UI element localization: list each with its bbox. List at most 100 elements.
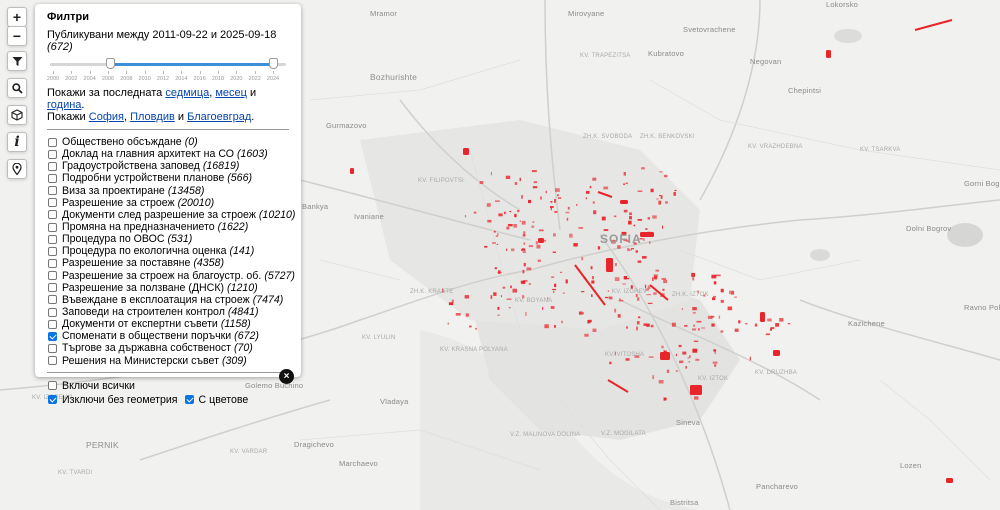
procurement-feature[interactable] <box>506 298 512 300</box>
procurement-feature[interactable] <box>505 248 508 251</box>
procurement-feature[interactable] <box>522 251 526 253</box>
procurement-feature[interactable] <box>729 290 731 294</box>
procurement-feature[interactable] <box>517 209 520 213</box>
procurement-feature[interactable] <box>694 396 699 400</box>
category-checkbox[interactable] <box>48 343 57 353</box>
procurement-feature[interactable] <box>775 323 779 327</box>
procurement-feature[interactable] <box>713 349 717 352</box>
category-checkbox[interactable] <box>48 222 57 232</box>
procurement-feature[interactable] <box>623 172 626 176</box>
procurement-feature[interactable] <box>650 188 654 193</box>
procurement-feature[interactable] <box>496 243 499 245</box>
procurement-feature[interactable] <box>511 248 515 252</box>
procurement-feature[interactable] <box>592 276 594 280</box>
procurement-feature[interactable] <box>692 312 696 314</box>
procurement-feature[interactable] <box>734 296 737 298</box>
procurement-feature[interactable] <box>630 248 634 250</box>
procurement-feature[interactable] <box>713 281 717 285</box>
procurement-feature[interactable] <box>606 258 613 272</box>
category-row[interactable]: Разрешение за строеж на благоустр. об. (5… <box>47 270 295 282</box>
procurement-feature[interactable] <box>727 306 733 311</box>
procurement-feature[interactable] <box>604 296 609 299</box>
procurement-feature[interactable] <box>730 290 735 295</box>
procurement-feature[interactable] <box>675 370 678 372</box>
procurement-feature[interactable] <box>629 216 632 220</box>
category-row[interactable]: Документи от експертни съвети (1158) <box>47 318 289 330</box>
procurement-feature[interactable] <box>787 323 791 325</box>
procurement-feature[interactable] <box>618 299 624 302</box>
category-row[interactable]: Подробни устройствени планове (566) <box>47 172 289 184</box>
procurement-feature[interactable] <box>711 323 715 327</box>
procurement-feature[interactable] <box>484 245 488 248</box>
procurement-feature[interactable] <box>629 212 632 216</box>
procurement-feature[interactable] <box>660 195 663 199</box>
slider-start-handle[interactable] <box>105 58 115 69</box>
procurement-feature[interactable] <box>513 224 517 228</box>
procurement-feature[interactable] <box>557 197 562 199</box>
procurement-feature[interactable] <box>650 324 654 328</box>
procurement-feature[interactable] <box>623 183 625 185</box>
procurement-feature[interactable] <box>653 292 657 295</box>
category-checkbox[interactable] <box>48 356 57 366</box>
procurement-feature[interactable] <box>649 241 651 244</box>
category-row[interactable]: Заповеди на строителен контрол (4841) <box>47 306 289 318</box>
procurement-feature[interactable] <box>554 199 556 203</box>
search-button[interactable] <box>7 78 27 98</box>
procurement-feature[interactable] <box>614 308 617 313</box>
procurement-feature[interactable] <box>638 316 641 319</box>
procurement-feature[interactable] <box>574 264 606 306</box>
procurement-feature[interactable] <box>734 328 739 332</box>
category-row[interactable]: Разрешение за строеж (20010) <box>47 197 289 209</box>
procurement-feature[interactable] <box>754 323 758 327</box>
procurement-feature[interactable] <box>720 299 724 303</box>
procurement-feature[interactable] <box>528 283 531 285</box>
procurement-feature[interactable] <box>510 285 512 289</box>
with-colors-checkbox[interactable] <box>184 395 194 405</box>
category-row[interactable]: Промяна на предназначението (1622) <box>47 221 289 233</box>
procurement-feature[interactable] <box>554 283 557 288</box>
zoom-in-button[interactable]: + <box>7 7 27 27</box>
procurement-feature[interactable] <box>493 230 496 233</box>
procurement-feature[interactable] <box>713 295 716 298</box>
procurement-feature[interactable] <box>523 262 526 267</box>
procurement-feature[interactable] <box>531 225 535 228</box>
procurement-feature[interactable] <box>633 224 636 227</box>
procurement-feature[interactable] <box>655 269 660 272</box>
procurement-feature[interactable] <box>500 295 502 298</box>
procurement-feature[interactable] <box>603 229 609 231</box>
procurement-feature[interactable] <box>528 245 534 248</box>
procurement-feature[interactable] <box>666 369 670 373</box>
procurement-feature[interactable] <box>720 330 724 333</box>
procurement-feature[interactable] <box>615 263 617 267</box>
slider-end-handle[interactable] <box>268 58 278 69</box>
category-row[interactable]: Решения на Министерски съвет (309) <box>47 355 289 367</box>
procurement-feature[interactable] <box>665 201 668 204</box>
procurement-feature[interactable] <box>712 297 716 301</box>
procurement-feature[interactable] <box>514 213 517 218</box>
procurement-feature[interactable] <box>635 250 638 253</box>
procurement-feature[interactable] <box>607 379 629 393</box>
category-row[interactable]: Разрешение за ползване (ДНСК) (1210) <box>47 282 289 294</box>
procurement-feature[interactable] <box>469 325 472 328</box>
procurement-feature[interactable] <box>662 288 665 291</box>
procurement-feature[interactable] <box>490 295 493 299</box>
procurement-feature[interactable] <box>504 211 506 215</box>
procurement-feature[interactable] <box>603 186 609 190</box>
procurement-feature[interactable] <box>522 234 526 237</box>
procurement-feature[interactable] <box>474 327 478 330</box>
procurement-feature[interactable] <box>544 324 549 329</box>
procurement-feature[interactable] <box>495 235 498 237</box>
procurement-feature[interactable] <box>693 340 699 342</box>
procurement-feature[interactable] <box>573 243 578 247</box>
procurement-feature[interactable] <box>663 279 668 284</box>
procurement-feature[interactable] <box>673 192 676 196</box>
category-checkbox[interactable] <box>48 210 57 220</box>
procurement-feature[interactable] <box>552 288 557 291</box>
procurement-feature[interactable] <box>592 177 597 181</box>
procurement-feature[interactable] <box>623 209 628 213</box>
procurement-feature[interactable] <box>592 201 595 204</box>
procurement-feature[interactable] <box>537 259 541 262</box>
procurement-feature[interactable] <box>581 291 585 293</box>
procurement-feature[interactable] <box>565 211 570 214</box>
procurement-feature[interactable] <box>554 211 558 213</box>
